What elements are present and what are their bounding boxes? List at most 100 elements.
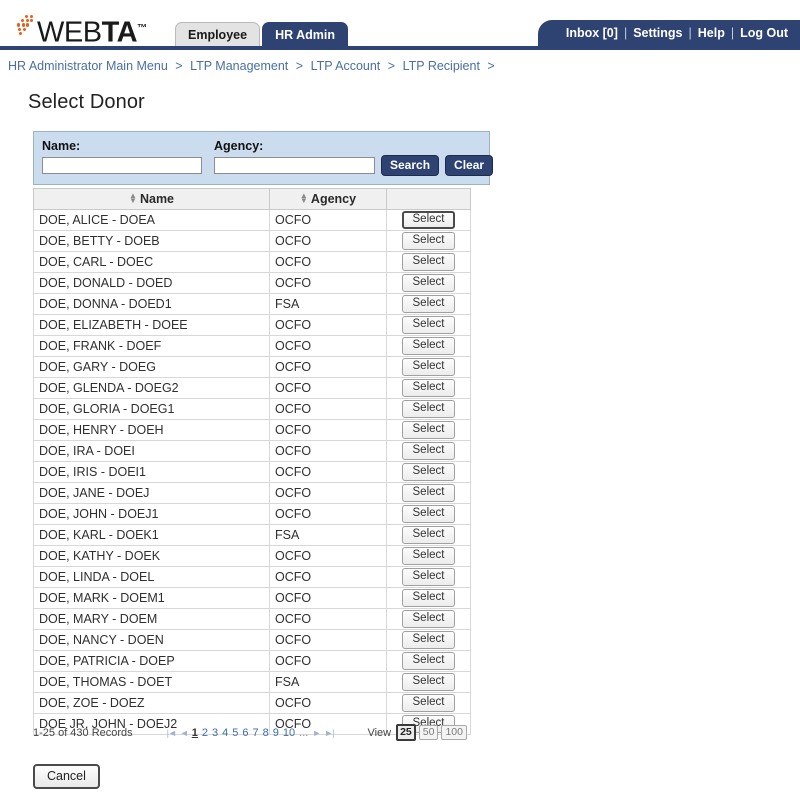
pagination-page-8[interactable]: 8 (263, 727, 269, 739)
tab-employee[interactable]: Employee (175, 22, 261, 46)
main-tabs: Employee HR Admin (175, 22, 349, 46)
select-donor-button[interactable]: Select (401, 211, 456, 229)
cell-agency: OCFO (269, 335, 387, 357)
footer-actions: Cancel (33, 764, 100, 789)
table-row: DOE, NANCY - DOEN OCFO Select (33, 629, 471, 651)
view-option-50[interactable]: 50 (418, 725, 439, 740)
table-row: DOE, IRIS - DOEI1 OCFO Select (33, 461, 471, 483)
select-donor-button[interactable]: Select (401, 568, 456, 586)
pagination-page-5[interactable]: 5 (232, 727, 238, 739)
cell-action: Select (386, 629, 471, 651)
cell-action: Select (386, 419, 471, 441)
select-donor-button[interactable]: Select (401, 337, 456, 355)
settings-link[interactable]: Settings (633, 26, 682, 40)
pagination-prev-icon[interactable]: ◄ (180, 728, 189, 738)
column-header-agency[interactable]: ▲ ▼ Agency (269, 188, 387, 210)
breadcrumb-item-ltp-management[interactable]: LTP Management (190, 59, 288, 73)
cell-action: Select (386, 587, 471, 609)
breadcrumb-item-ltp-account[interactable]: LTP Account (311, 59, 381, 73)
cell-action: Select (386, 251, 471, 273)
pagination-page-6[interactable]: 6 (242, 727, 248, 739)
tab-hr-admin[interactable]: HR Admin (262, 22, 349, 46)
cell-donor-name: DOE, ALICE - DOEA (33, 209, 270, 231)
select-donor-button[interactable]: Select (401, 652, 456, 670)
select-donor-button[interactable]: Select (401, 463, 456, 481)
select-donor-button[interactable]: Select (401, 505, 456, 523)
pagination-page-3[interactable]: 3 (212, 727, 218, 739)
select-donor-button[interactable]: Select (401, 694, 456, 712)
donor-results-table: ▲ ▼ Name ▲ ▼ Agency DOE, ALICE - DOEA OCFO Sel… (33, 188, 471, 735)
select-donor-button[interactable]: Select (401, 673, 456, 691)
cell-action: Select (386, 524, 471, 546)
view-option-100[interactable]: 100 (441, 725, 467, 740)
select-donor-button[interactable]: Select (401, 547, 456, 565)
pagination-ellipsis: ... (299, 726, 309, 739)
pagination-page-10[interactable]: 10 (283, 727, 295, 739)
pagination-page-7[interactable]: 7 (253, 727, 259, 739)
cell-action: Select (386, 545, 471, 567)
cell-donor-name: DOE, CARL - DOEC (33, 251, 270, 273)
column-header-name-label: Name (139, 192, 175, 206)
select-donor-button[interactable]: Select (401, 631, 456, 649)
cell-donor-name: DOE, ZOE - DOEZ (33, 692, 270, 714)
column-header-agency-label: Agency (310, 192, 357, 206)
clear-button[interactable]: Clear (445, 155, 494, 176)
table-row: DOE, PATRICIA - DOEP OCFO Select (33, 650, 471, 672)
select-donor-button[interactable]: Select (401, 253, 456, 271)
search-button[interactable]: Search (381, 155, 440, 176)
view-size-selector: View 25 50 100 (367, 724, 467, 741)
search-name-input[interactable] (42, 157, 202, 174)
logout-link[interactable]: Log Out (740, 26, 788, 40)
cell-action: Select (386, 230, 471, 252)
cell-agency: OCFO (269, 482, 387, 504)
cell-action: Select (386, 482, 471, 504)
page-links: |◄ ◄ 1 2 3 4 5 6 7 8 9 10... ► ►| (133, 727, 368, 739)
cell-donor-name: DOE, PATRICIA - DOEP (33, 650, 270, 672)
sort-arrows-icon: ▲ ▼ (128, 191, 137, 205)
select-donor-button[interactable]: Select (401, 295, 456, 313)
cell-agency: OCFO (269, 419, 387, 441)
select-donor-button[interactable]: Select (401, 274, 456, 292)
pagination-page-2[interactable]: 2 (202, 727, 208, 739)
cell-agency: OCFO (269, 230, 387, 252)
select-donor-button[interactable]: Select (401, 400, 456, 418)
pagination-first-icon[interactable]: |◄ (167, 728, 177, 738)
cell-agency: OCFO (269, 461, 387, 483)
search-agency-input[interactable] (214, 157, 375, 174)
cell-agency: OCFO (269, 587, 387, 609)
pagination-page-4[interactable]: 4 (222, 727, 228, 739)
cell-agency: OCFO (269, 398, 387, 420)
select-donor-button[interactable]: Select (401, 442, 456, 460)
pagination-page-9[interactable]: 9 (273, 727, 279, 739)
column-header-name[interactable]: ▲ ▼ Name (33, 188, 270, 210)
select-donor-button[interactable]: Select (401, 610, 456, 628)
cell-donor-name: DOE, JANE - DOEJ (33, 482, 270, 504)
pagination-next-icon[interactable]: ► (312, 728, 321, 738)
cell-action: Select (386, 461, 471, 483)
cancel-button[interactable]: Cancel (33, 764, 100, 789)
cell-donor-name: DOE, DONALD - DOED (33, 272, 270, 294)
select-donor-button[interactable]: Select (401, 589, 456, 607)
breadcrumb-item-ltp-recipient[interactable]: LTP Recipient (403, 59, 480, 73)
select-donor-button[interactable]: Select (401, 316, 456, 334)
pagination-last-icon[interactable]: ►| (324, 728, 334, 738)
table-row: DOE, ZOE - DOEZ OCFO Select (33, 692, 471, 714)
select-donor-button[interactable]: Select (401, 232, 456, 250)
cell-action: Select (386, 566, 471, 588)
select-donor-button[interactable]: Select (401, 358, 456, 376)
cell-donor-name: DOE, DONNA - DOED1 (33, 293, 270, 315)
page-title: Select Donor (28, 91, 145, 113)
pagination-page-1[interactable]: 1 (192, 727, 198, 739)
inbox-link[interactable]: Inbox [0] (566, 26, 618, 40)
breadcrumb-item-main-menu[interactable]: HR Administrator Main Menu (8, 59, 168, 73)
name-label: Name: (42, 139, 81, 153)
help-link[interactable]: Help (698, 26, 725, 40)
select-donor-button[interactable]: Select (401, 379, 456, 397)
select-donor-button[interactable]: Select (401, 421, 456, 439)
logo-wordmark: WEBTA™ (37, 14, 147, 48)
select-donor-button[interactable]: Select (401, 484, 456, 502)
cell-donor-name: DOE, THOMAS - DOET (33, 671, 270, 693)
select-donor-button[interactable]: Select (401, 526, 456, 544)
view-option-25[interactable]: 25 (396, 724, 416, 741)
nav-separator: | (623, 26, 628, 40)
